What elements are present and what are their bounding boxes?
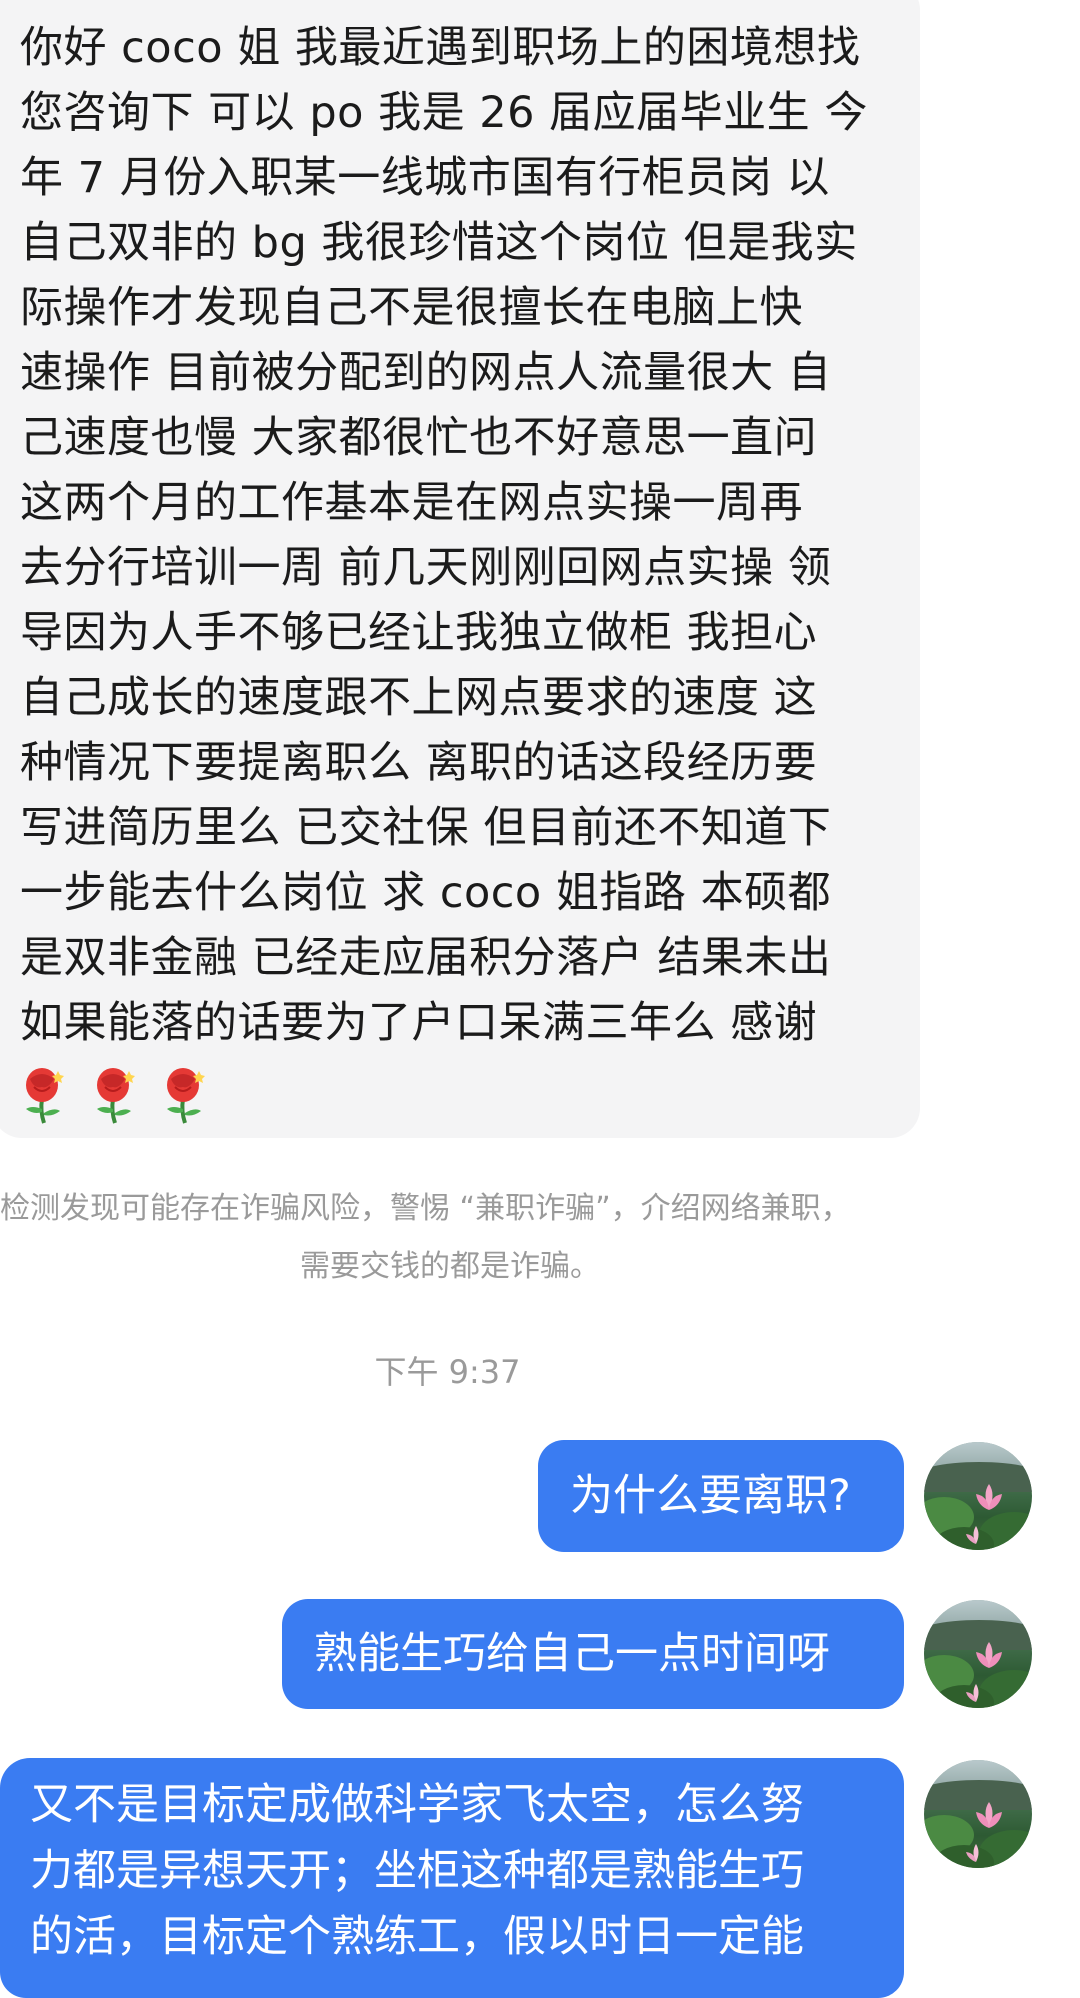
message-text-line: 导因为人手不够已经让我独立做柜 我担心 <box>20 608 818 658</box>
incoming-message-bubble[interactable]: 你好 coco 姐 我最近遇到职场上的困境想找 您咨询下 可以 po 我是 26… <box>0 0 920 1138</box>
message-text-line: 你好 coco 姐 我最近遇到职场上的困境想找 <box>20 23 861 73</box>
message-text: 为什么要离职? <box>570 1471 851 1521</box>
message-text-line: 力都是异想天开；坐柜这种都是熟能生巧 <box>30 1846 804 1896</box>
message-text-line: 是双非金融 已经走应届积分落户 结果未出 <box>20 933 832 983</box>
notice-line-2: 需要交钱的都是诈骗。 <box>300 1249 600 1284</box>
outgoing-message-bubble[interactable]: 又不是目标定成做科学家飞太空，怎么努 力都是异想天开；坐柜这种都是熟能生巧 的活… <box>0 1758 904 1998</box>
message-text: 熟能生巧给自己一点时间呀 <box>314 1629 830 1679</box>
message-text-line: 自己成长的速度跟不上网点要求的速度 这 <box>20 673 818 723</box>
message-text-line: 写进简历里么 已交社保 但目前还不知道下 <box>20 803 832 853</box>
message-text-line: 这两个月的工作基本是在网点实操一周再 <box>20 478 803 528</box>
message-text-line: 的活，目标定个熟练工，假以时日一定能 <box>30 1912 804 1962</box>
message-text-line: 一步能去什么岗位 求 coco 姐指路 本硕都 <box>20 868 832 918</box>
outgoing-message-bubble[interactable]: 熟能生巧给自己一点时间呀 <box>282 1599 904 1709</box>
message-text-line: 您咨询下 可以 po 我是 26 届应届毕业生 今 <box>20 88 868 138</box>
user-avatar[interactable] <box>924 1442 1032 1550</box>
message-text-line: 又不是目标定成做科学家飞太空，怎么努 <box>30 1780 804 1830</box>
message-text-line: 自己双非的 bg 我很珍惜这个岗位 但是我实 <box>20 218 858 268</box>
user-avatar[interactable] <box>924 1600 1032 1708</box>
fraud-risk-notice: 检测发现可能存在诈骗风险，警惕 “兼职诈骗”，介绍网络兼职， 需要交钱的都是诈骗… <box>0 1180 900 1296</box>
outgoing-message-bubble[interactable]: 为什么要离职? <box>538 1440 904 1552</box>
message-text-line: 如果能落的话要为了户口呆满三年么 感谢 <box>20 998 818 1048</box>
message-text-line: 速操作 目前被分配到的网点人流量很大 自 <box>20 348 832 398</box>
message-text-line: 己速度也慢 大家都很忙也不好意思一直问 <box>20 413 818 463</box>
message-text-line: 去分行培训一周 前几天刚刚回网点实操 领 <box>20 543 832 593</box>
rose-icon <box>91 1065 139 1125</box>
user-avatar[interactable] <box>924 1760 1032 1868</box>
rose-icon <box>161 1065 209 1125</box>
message-timestamp: 下午 9:37 <box>374 1353 521 1391</box>
message-text-line: 年 7 月份入职某一线城市国有行柜员岗 以 <box>20 153 830 203</box>
emoji-row <box>20 1056 920 1126</box>
message-text-line: 种情况下要提离职么 离职的话这段经历要 <box>20 738 818 788</box>
rose-icon <box>20 1065 68 1125</box>
message-text-line: 际操作才发现自己不是很擅长在电脑上快 <box>20 283 803 333</box>
notice-line-1: 检测发现可能存在诈骗风险，警惕 “兼职诈骗”，介绍网络兼职， <box>0 1191 851 1226</box>
